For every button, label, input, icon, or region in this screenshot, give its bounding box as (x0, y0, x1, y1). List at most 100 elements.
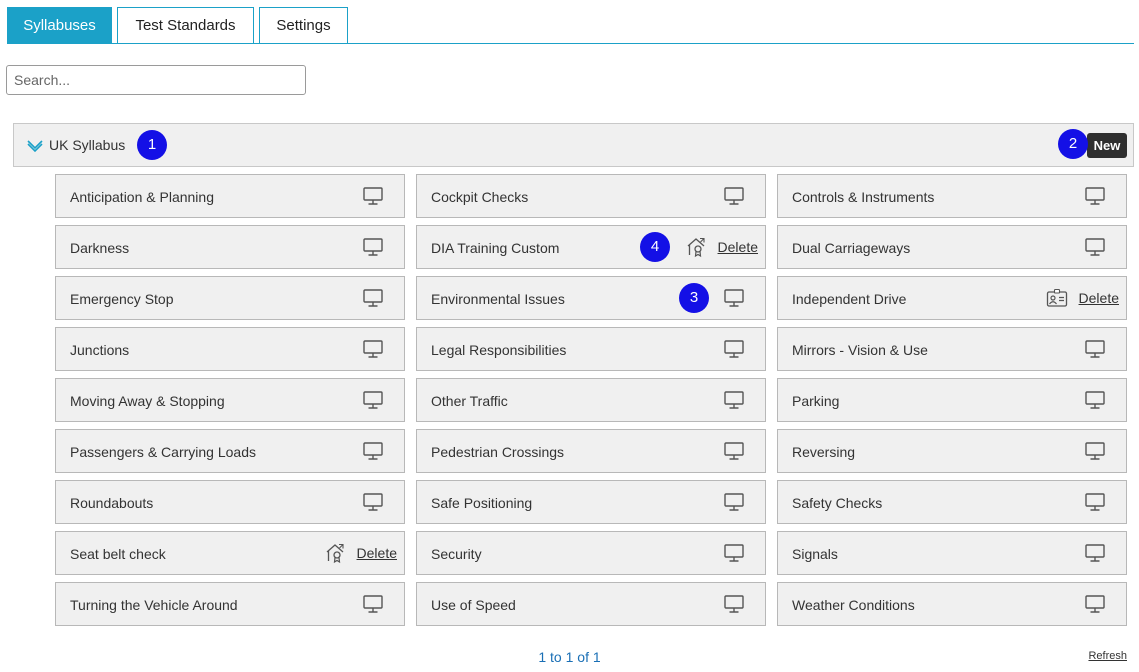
monitor-icon[interactable] (362, 491, 384, 513)
syllabus-item-card[interactable]: Independent Drive Delete (777, 276, 1127, 320)
monitor-icon[interactable] (362, 593, 384, 615)
syllabus-item-label: Junctions (70, 342, 130, 358)
syllabus-item-card[interactable]: Parking (777, 378, 1127, 422)
syllabus-item-grid: Anticipation & Planning Cockpit Checks Con… (55, 174, 1127, 626)
monitor-icon[interactable] (723, 440, 745, 462)
syllabus-item-label: Use of Speed (431, 597, 516, 613)
tab-bar: Syllabuses Test Standards Settings (7, 7, 1134, 44)
tab-syllabuses[interactable]: Syllabuses (7, 7, 112, 43)
annotation-marker-3: 3 (679, 283, 709, 313)
syllabus-item-card[interactable]: Use of Speed (416, 582, 766, 626)
delete-link[interactable]: Delete (1079, 290, 1119, 306)
syllabus-item-label: Controls & Instruments (792, 189, 935, 205)
annotation-marker-4: 4 (640, 232, 670, 262)
syllabus-item-card[interactable]: Environmental Issues (416, 276, 766, 320)
syllabus-item-card[interactable]: Pedestrian Crossings (416, 429, 766, 473)
syllabus-item-card[interactable]: Legal Responsibilities (416, 327, 766, 371)
group-title: UK Syllabus (49, 137, 126, 153)
syllabus-item-card[interactable]: Seat belt check Delete (55, 531, 405, 575)
syllabus-item-card[interactable]: Security (416, 531, 766, 575)
tab-settings[interactable]: Settings (259, 7, 348, 43)
monitor-icon[interactable] (1084, 389, 1106, 411)
syllabus-item-card[interactable]: Safe Positioning (416, 480, 766, 524)
syllabus-item-label: DIA Training Custom (431, 240, 560, 256)
monitor-icon[interactable] (723, 593, 745, 615)
lesson-icon[interactable] (324, 542, 346, 564)
syllabus-item-label: Cockpit Checks (431, 189, 529, 205)
monitor-icon[interactable] (723, 491, 745, 513)
monitor-icon[interactable] (723, 389, 745, 411)
monitor-icon[interactable] (723, 542, 745, 564)
syllabus-item-label: Passengers & Carrying Loads (70, 444, 256, 460)
syllabus-item-label: Dual Carriageways (792, 240, 911, 256)
search-input[interactable] (6, 65, 306, 95)
monitor-icon[interactable] (362, 440, 384, 462)
monitor-icon[interactable] (1084, 440, 1106, 462)
syllabus-item-label: Other Traffic (431, 393, 508, 409)
monitor-icon[interactable] (362, 287, 384, 309)
monitor-icon[interactable] (362, 185, 384, 207)
annotation-marker-1: 1 (137, 130, 167, 160)
syllabus-item-card[interactable]: Emergency Stop (55, 276, 405, 320)
syllabus-item-card[interactable]: Cockpit Checks (416, 174, 766, 218)
syllabus-item-label: Legal Responsibilities (431, 342, 567, 358)
tab-test-standards[interactable]: Test Standards (117, 7, 254, 43)
monitor-icon[interactable] (1084, 542, 1106, 564)
syllabus-item-label: Safe Positioning (431, 495, 533, 511)
syllabus-item-label: Pedestrian Crossings (431, 444, 565, 460)
syllabus-item-card[interactable]: Safety Checks (777, 480, 1127, 524)
syllabus-item-label: Parking (792, 393, 840, 409)
pagination-text: 1 to 1 of 1 (538, 649, 601, 665)
syllabus-item-label: Darkness (70, 240, 130, 256)
syllabus-item-card[interactable]: Junctions (55, 327, 405, 371)
syllabus-item-card[interactable]: DIA Training Custom Delete (416, 225, 766, 269)
monitor-icon[interactable] (723, 185, 745, 207)
syllabus-item-label: Weather Conditions (792, 597, 915, 613)
syllabus-item-card[interactable]: Roundabouts (55, 480, 405, 524)
syllabus-item-card[interactable]: Signals (777, 531, 1127, 575)
monitor-icon[interactable] (1084, 185, 1106, 207)
new-button[interactable]: New (1087, 133, 1127, 158)
syllabus-item-card[interactable]: Dual Carriageways (777, 225, 1127, 269)
syllabus-item-label: Anticipation & Planning (70, 189, 214, 205)
chevron-down-icon[interactable] (26, 138, 44, 152)
syllabus-item-label: Moving Away & Stopping (70, 393, 225, 409)
syllabus-item-label: Emergency Stop (70, 291, 174, 307)
syllabus-item-label: Reversing (792, 444, 856, 460)
syllabus-item-card[interactable]: Other Traffic (416, 378, 766, 422)
syllabus-item-label: Safety Checks (792, 495, 883, 511)
monitor-icon[interactable] (1084, 338, 1106, 360)
syllabus-item-card[interactable]: Moving Away & Stopping (55, 378, 405, 422)
monitor-icon[interactable] (1084, 491, 1106, 513)
syllabus-item-label: Signals (792, 546, 838, 562)
delete-link[interactable]: Delete (718, 239, 758, 255)
syllabus-item-label: Environmental Issues (431, 291, 565, 307)
syllabus-item-label: Independent Drive (792, 291, 907, 307)
syllabus-item-card[interactable]: Turning the Vehicle Around (55, 582, 405, 626)
syllabus-group-header[interactable]: UK Syllabus New (13, 123, 1134, 167)
lesson-icon[interactable] (685, 236, 707, 258)
monitor-icon[interactable] (362, 338, 384, 360)
syllabus-item-label: Security (431, 546, 482, 562)
syllabus-item-card[interactable]: Weather Conditions (777, 582, 1127, 626)
syllabus-item-card[interactable]: Darkness (55, 225, 405, 269)
syllabus-item-label: Turning the Vehicle Around (70, 597, 238, 613)
syllabus-item-card[interactable]: Mirrors - Vision & Use (777, 327, 1127, 371)
monitor-icon[interactable] (362, 389, 384, 411)
syllabus-item-label: Seat belt check (70, 546, 166, 562)
refresh-link[interactable]: Refresh (1088, 650, 1127, 662)
monitor-icon[interactable] (362, 236, 384, 258)
id-card-icon[interactable] (1046, 287, 1068, 309)
syllabus-item-label: Roundabouts (70, 495, 154, 511)
syllabus-item-card[interactable]: Passengers & Carrying Loads (55, 429, 405, 473)
monitor-icon[interactable] (723, 338, 745, 360)
syllabus-item-card[interactable]: Anticipation & Planning (55, 174, 405, 218)
monitor-icon[interactable] (1084, 593, 1106, 615)
syllabus-item-card[interactable]: Controls & Instruments (777, 174, 1127, 218)
syllabus-item-card[interactable]: Reversing (777, 429, 1127, 473)
delete-link[interactable]: Delete (357, 545, 397, 561)
monitor-icon[interactable] (1084, 236, 1106, 258)
monitor-icon[interactable] (723, 287, 745, 309)
syllabus-item-label: Mirrors - Vision & Use (792, 342, 928, 358)
annotation-marker-2: 2 (1058, 129, 1088, 159)
